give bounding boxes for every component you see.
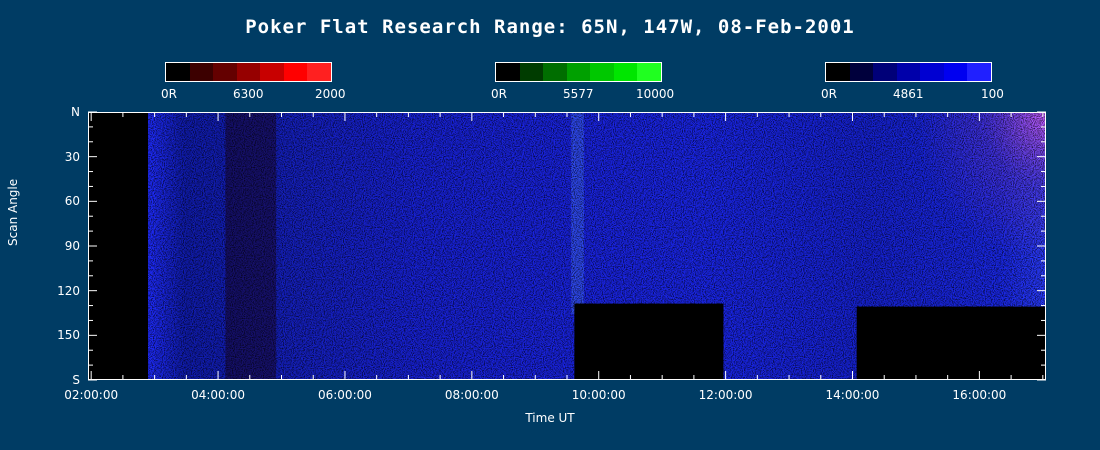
- x-tick-label: 12:00:00: [698, 388, 753, 402]
- y-tick-label: 60: [64, 194, 80, 209]
- x-tick-label: 04:00:00: [191, 388, 245, 402]
- x-tick-label: 10:00:00: [571, 388, 626, 402]
- y-tick-label: N: [71, 105, 80, 119]
- x-tick-label: 06:00:00: [317, 388, 372, 402]
- x-tick-label: 16:00:00: [952, 388, 1007, 402]
- x-tick-label: 02:00:00: [64, 388, 119, 402]
- y-tick-label: 30: [64, 149, 80, 164]
- axis-ticks: [88, 111, 1046, 381]
- x-tick-label: 08:00:00: [444, 388, 499, 402]
- y-tick-label: S: [72, 373, 80, 387]
- x-axis-title: Time UT: [525, 411, 575, 425]
- y-tick-label: 150: [57, 328, 80, 343]
- y-axis-title: Scan Angle: [6, 178, 20, 246]
- y-tick-label: 90: [64, 239, 80, 253]
- x-tick-label: 14:00:00: [825, 388, 880, 402]
- y-tick-label: 120: [57, 283, 80, 298]
